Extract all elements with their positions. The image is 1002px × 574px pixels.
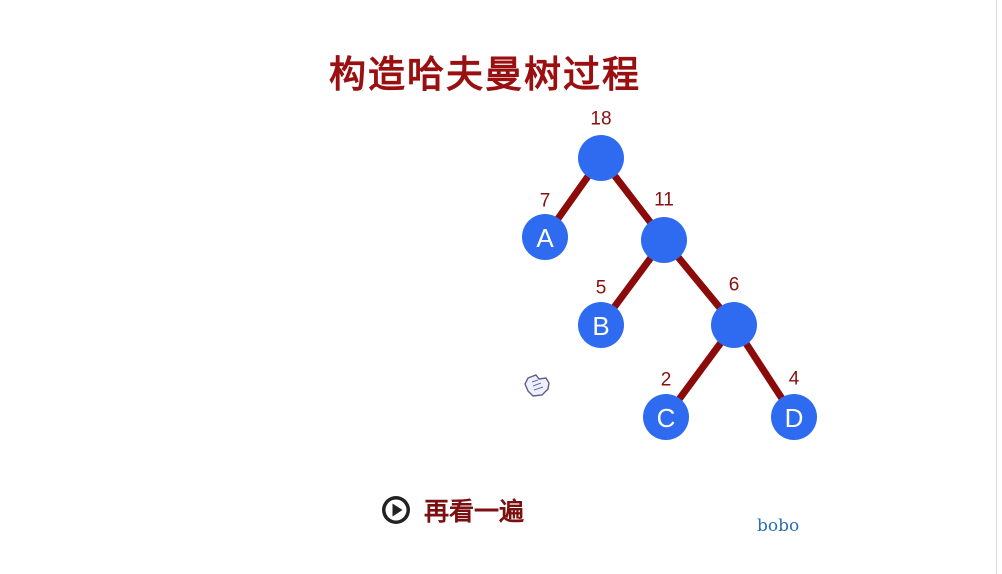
play-circle-icon [382, 496, 410, 524]
weight-label-n18: 18 [590, 109, 611, 130]
replay-button[interactable]: 再看一遍 [380, 492, 524, 528]
node-label-D: D [785, 403, 804, 433]
tree-node-n11 [641, 217, 687, 263]
node-label-A: A [536, 223, 554, 253]
weight-label-A: 7 [540, 191, 551, 212]
tree-node-n6 [711, 302, 757, 348]
huffman-tree-diagram: 18 A 7 11 B 5 6 C 2 D 4 [522, 109, 817, 440]
replay-label: 再看一遍 [424, 497, 525, 526]
node-label-C: C [657, 403, 676, 433]
weight-label-n11: 11 [654, 190, 674, 211]
hand-pointer-icon [524, 374, 550, 397]
author-label: bobo [757, 516, 800, 536]
weight-label-D: 4 [789, 369, 800, 390]
tree-node-n18 [578, 135, 624, 181]
weight-label-n6: 6 [729, 275, 740, 296]
weight-label-B: 5 [596, 278, 607, 299]
node-label-B: B [592, 311, 609, 341]
weight-label-C: 2 [661, 370, 672, 391]
window-edge [996, 0, 997, 574]
